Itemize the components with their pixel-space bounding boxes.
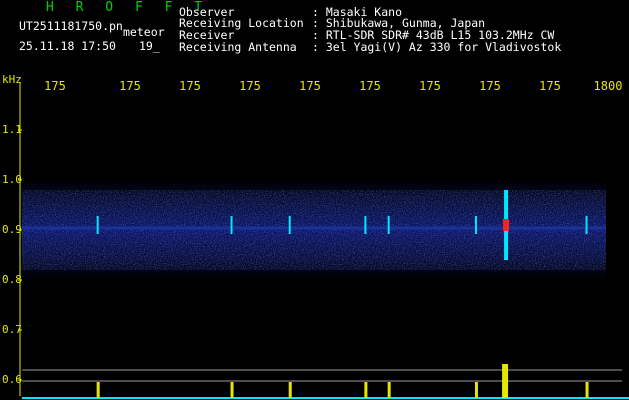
meteor-echo [96,216,99,234]
meteor-echo [364,216,367,234]
meteor-echo [387,216,390,234]
level-spike [502,364,509,398]
meteor-echo [230,216,233,234]
level-spike [364,382,368,398]
meteor-echo [585,216,588,234]
spectrogram [18,82,629,399]
level-spike [474,382,478,398]
meteor-echo-core [503,219,510,231]
level-spike [387,382,391,398]
noise-texture [22,190,606,270]
level-spike [96,382,100,398]
level-spike [288,382,292,398]
meteor-echo [288,216,291,234]
meteor-echo [474,216,477,234]
level-spike [230,382,234,398]
level-spike [585,382,589,398]
